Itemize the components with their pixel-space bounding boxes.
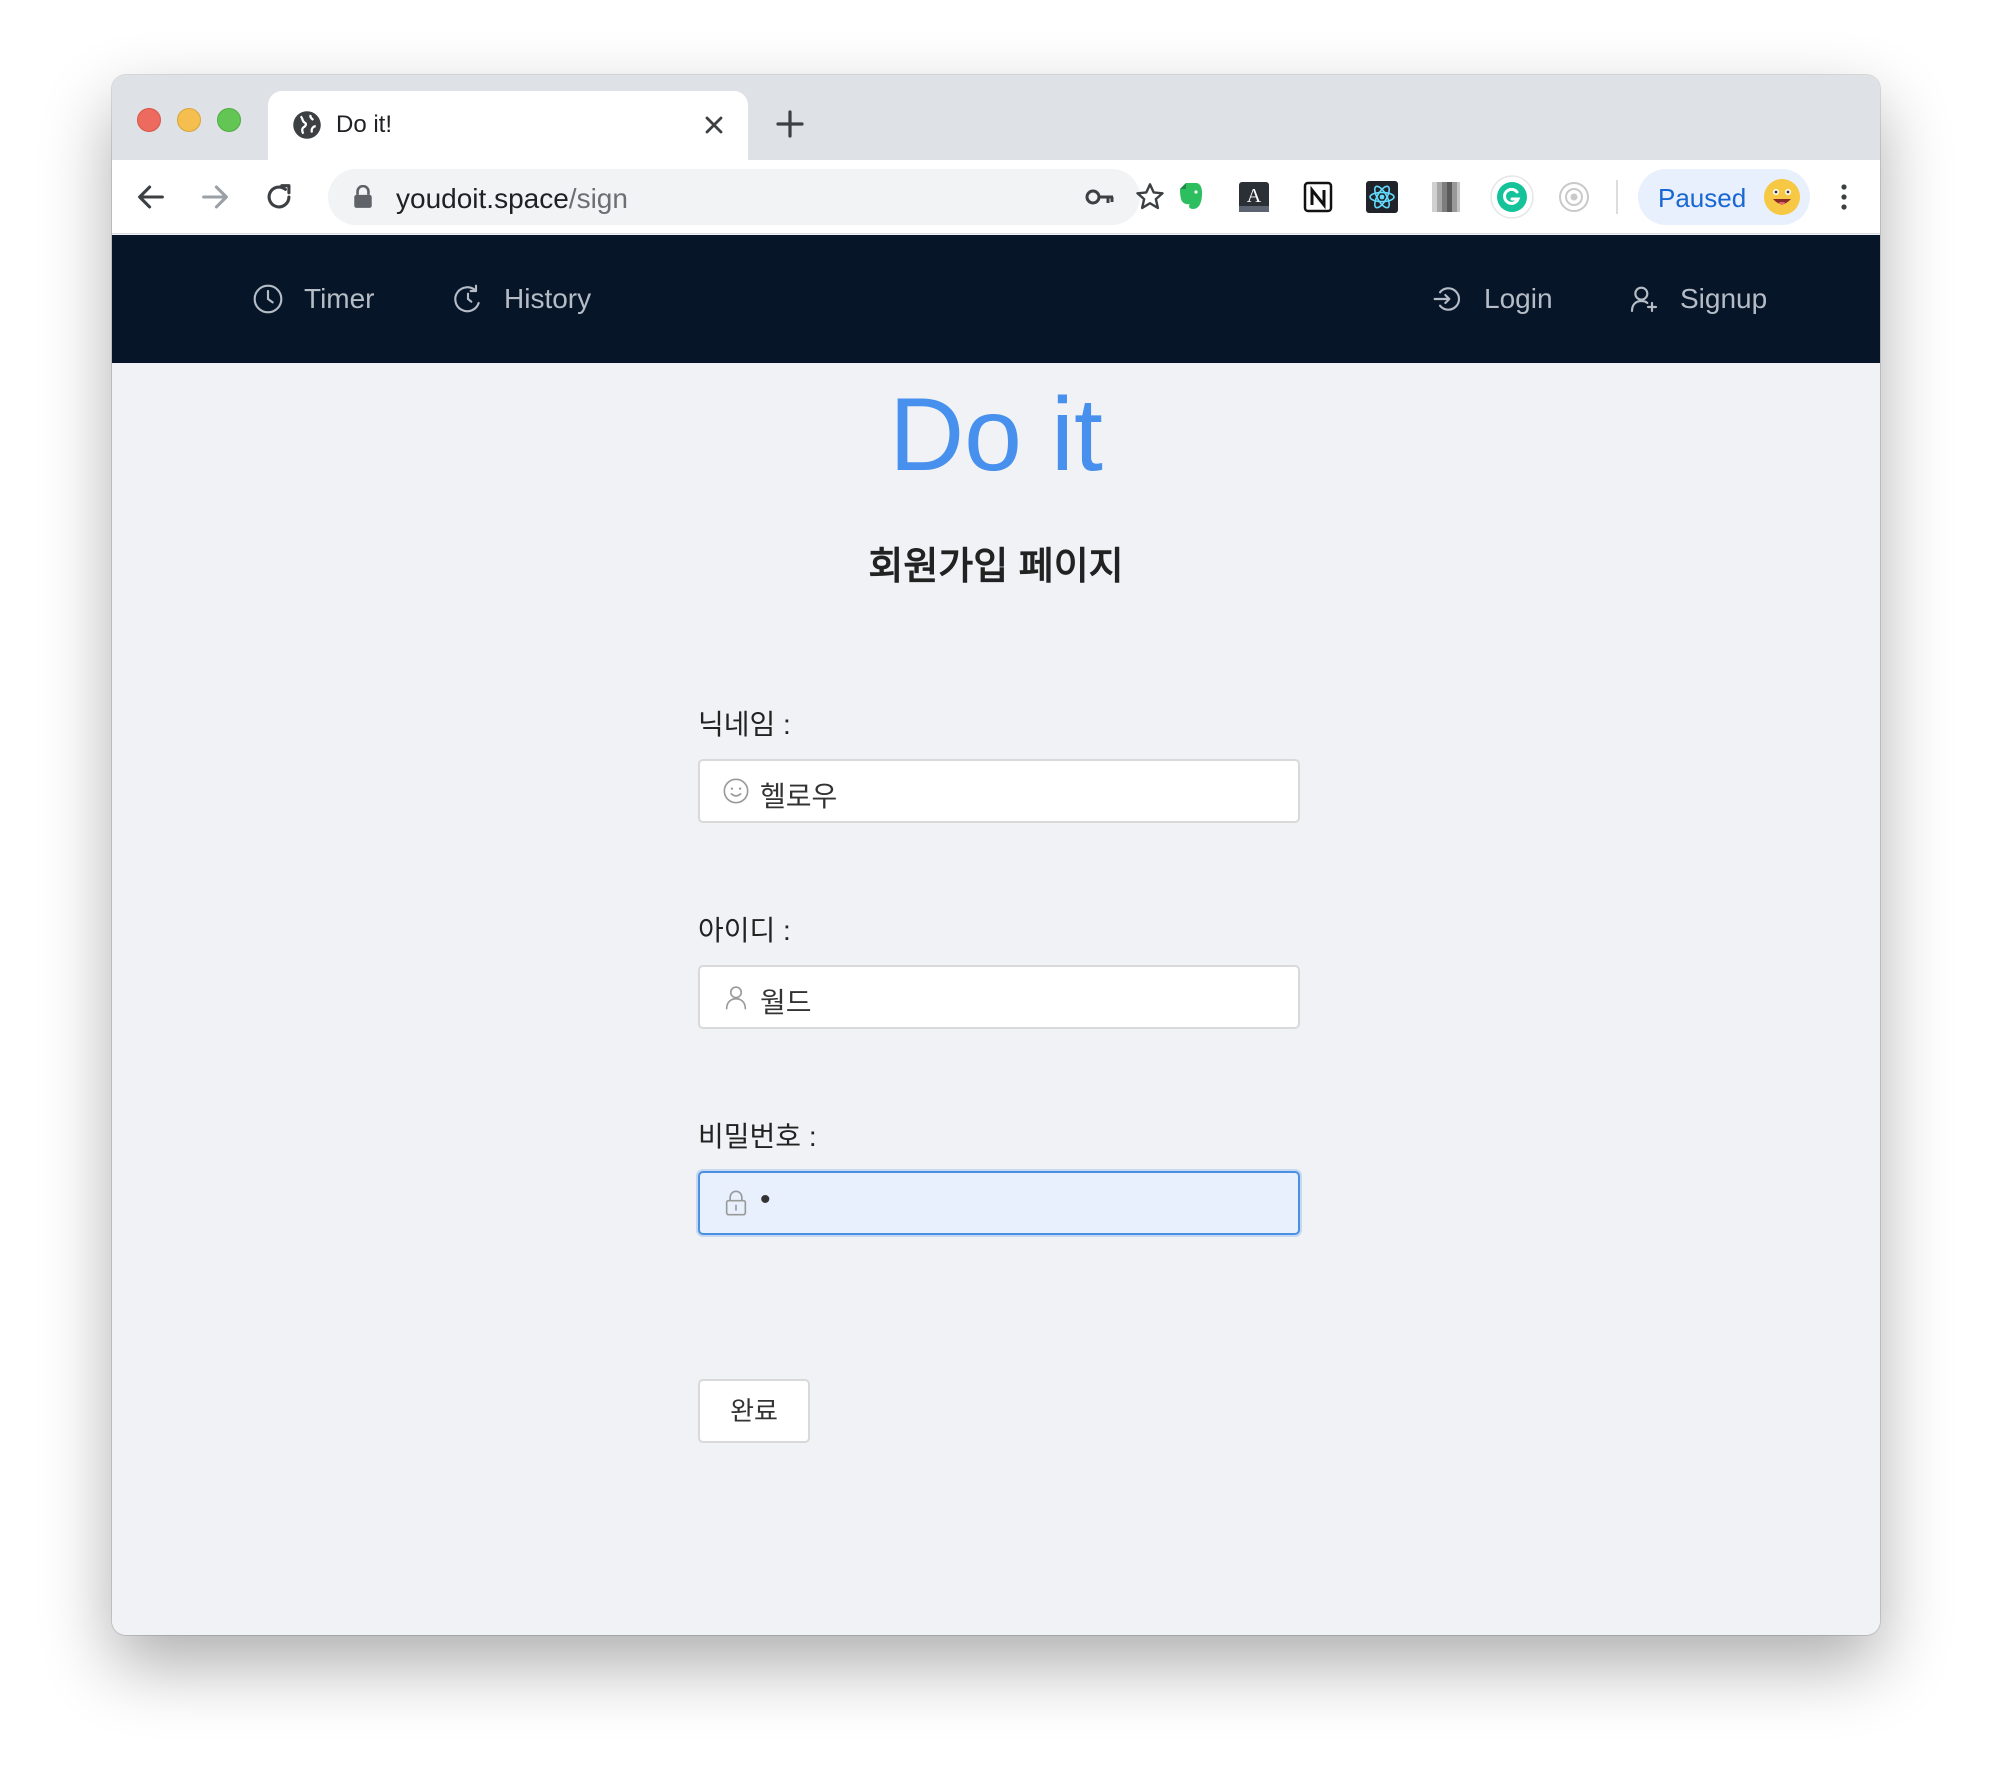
url-path: /sign — [568, 183, 628, 214]
nav-history-label: History — [504, 283, 592, 314]
tab-strip: Do it! — [112, 75, 1880, 160]
username-label: 아이디 : — [698, 915, 791, 946]
nav-login[interactable]: Login — [1432, 279, 1553, 319]
react-devtools-icon[interactable] — [1364, 179, 1400, 215]
screen-recorder-icon[interactable] — [1556, 179, 1592, 215]
back-icon[interactable] — [134, 180, 168, 214]
nickname-field[interactable]: 헬로우 — [698, 759, 1300, 823]
lock-icon — [725, 1190, 747, 1216]
submit-button[interactable]: 완료 — [698, 1379, 810, 1443]
nickname-value: 헬로우 — [760, 781, 838, 812]
clock-icon — [253, 284, 283, 314]
gradient-extension-icon[interactable] — [1428, 179, 1464, 215]
svg-text:A: A — [1247, 185, 1262, 207]
profile-button[interactable]: Paused — [1638, 169, 1810, 225]
reload-icon[interactable] — [262, 180, 296, 214]
globe-icon — [293, 111, 321, 139]
browser-toolbar: youdoit.space/sign A Paused — [112, 160, 1880, 234]
lock-icon[interactable] — [352, 185, 374, 209]
url-text: youdoit.space/sign — [396, 183, 628, 215]
browser-window: Do it! youdoit.space/sign A Paused Timer… — [112, 75, 1880, 1635]
maximize-window-button[interactable] — [217, 108, 241, 132]
nav-timer-label: Timer — [304, 283, 375, 314]
tab-title: Do it! — [336, 111, 393, 138]
username-field[interactable]: 월드 — [698, 965, 1300, 1029]
key-icon[interactable] — [1084, 183, 1116, 211]
username-value: 월드 — [760, 987, 812, 1018]
user-icon — [725, 986, 747, 1010]
history-icon — [454, 284, 480, 313]
password-label: 비밀번호 : — [698, 1121, 817, 1152]
password-field[interactable]: • — [698, 1171, 1300, 1235]
nav-login-label: Login — [1484, 283, 1553, 314]
browser-menu-icon[interactable] — [1834, 179, 1854, 215]
new-tab-icon[interactable] — [774, 108, 806, 140]
site-logo: Do it — [889, 377, 1103, 493]
forward-icon[interactable] — [198, 180, 232, 214]
toolbar-separator — [1616, 180, 1618, 214]
site-navbar: Timer History Login Signup — [112, 235, 1880, 363]
password-value: • — [760, 1183, 771, 1216]
close-tab-icon[interactable] — [700, 111, 728, 139]
page-title: 회원가입 페이지 — [868, 546, 1124, 588]
user-add-icon — [1630, 286, 1658, 313]
dictionary-extension-icon[interactable]: A — [1236, 179, 1272, 215]
signup-page: Do it 회원가입 페이지 닉네임 : 헬로우 아이디 : 월드 비밀번호 : — [112, 363, 1880, 1635]
smile-icon — [723, 778, 749, 804]
login-icon — [1433, 287, 1461, 311]
address-bar[interactable]: youdoit.space/sign — [328, 169, 1164, 225]
nav-history[interactable]: History — [452, 279, 591, 319]
avatar — [1764, 179, 1800, 215]
nav-signup-label: Signup — [1680, 283, 1768, 314]
url-host: youdoit.space — [396, 183, 569, 214]
close-window-button[interactable] — [137, 108, 161, 132]
nickname-label: 닉네임 : — [698, 709, 791, 740]
minimize-window-button[interactable] — [177, 108, 201, 132]
notion-icon[interactable] — [1300, 179, 1336, 215]
nav-timer[interactable]: Timer — [252, 279, 375, 319]
grammarly-icon[interactable] — [1489, 174, 1535, 220]
evernote-icon[interactable] — [1172, 179, 1208, 215]
nav-signup[interactable]: Signup — [1628, 279, 1767, 319]
profile-status-label: Paused — [1658, 183, 1747, 213]
browser-tab[interactable]: Do it! — [268, 91, 748, 160]
bookmark-star-icon[interactable] — [1134, 181, 1166, 213]
